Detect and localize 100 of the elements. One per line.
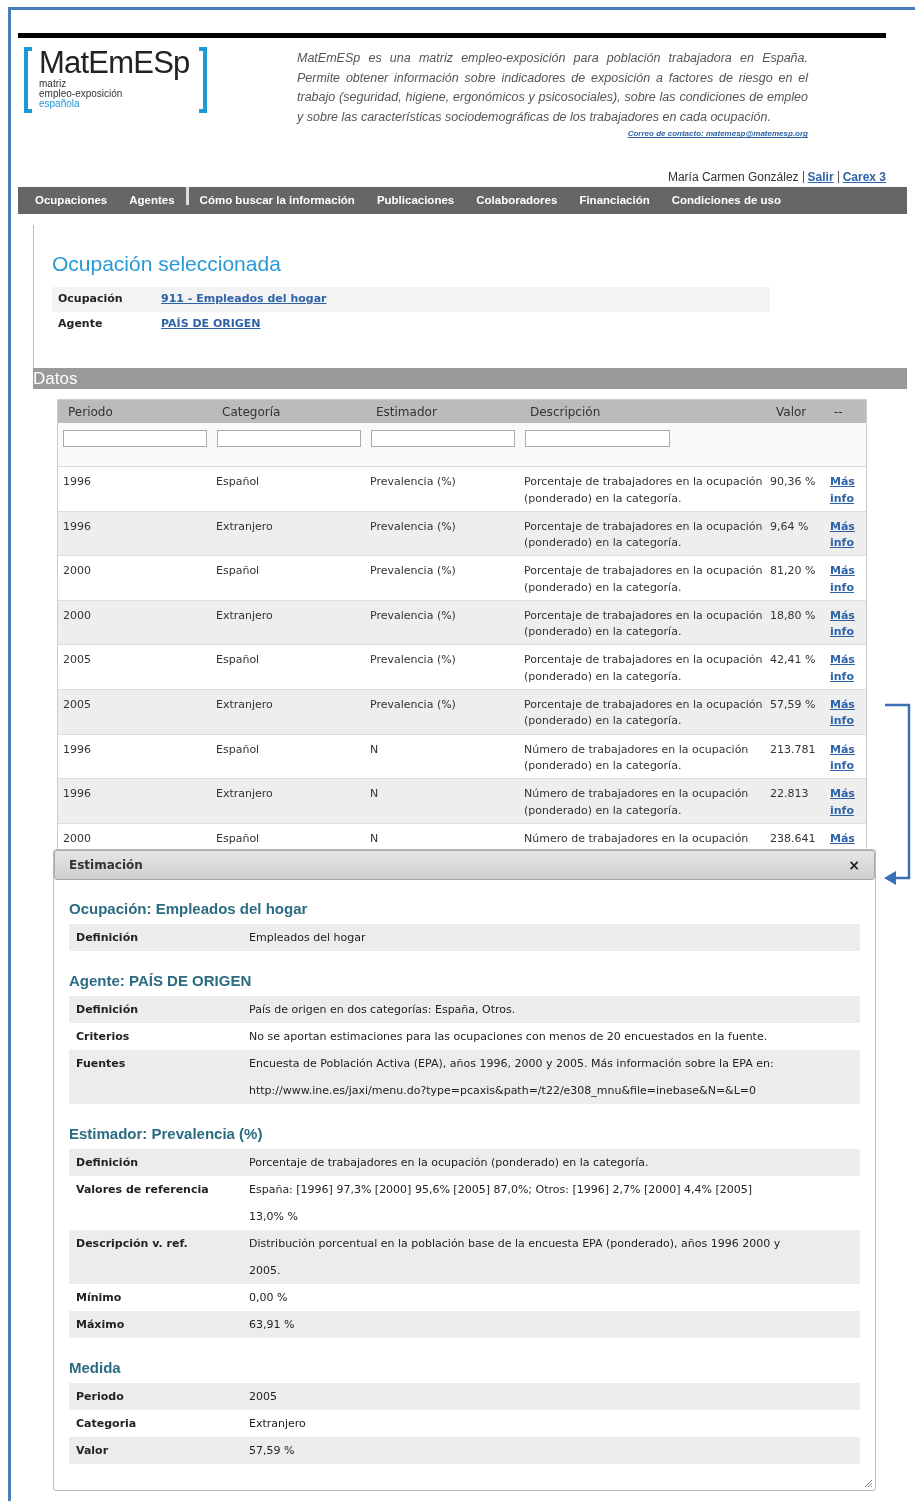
field-link[interactable]: 911 - Empleados del hogar <box>161 291 327 308</box>
contact-link[interactable]: Correo de contacto: matemesp@matemesp.org <box>627 128 808 141</box>
column-header: Periodo <box>68 403 114 421</box>
logo: MatEmESp matriz empleo-exposición española <box>24 47 207 113</box>
field-value: Empleados del hogar <box>249 929 366 946</box>
table-cell-text: N <box>370 830 380 847</box>
dialog-title: Estimación <box>69 856 143 874</box>
field-label: Agente <box>57 316 104 333</box>
field-label: Definición <box>75 1001 140 1018</box>
field-value: 57,59 % <box>249 1442 295 1459</box>
column-header: Categoría <box>222 403 282 421</box>
table-cell-text: Porcentaje de trabajadores en la ocupación (ponderado) en la categoría. <box>524 652 764 685</box>
close-button[interactable]: × <box>848 857 860 872</box>
more-info-link[interactable]: Más info <box>830 741 856 775</box>
field-label: Mínimo <box>75 1289 123 1306</box>
more-info-link[interactable]: Más info <box>830 696 856 730</box>
nav-link[interactable]: Condiciones de uso <box>660 191 792 210</box>
table-cell-text: 9,64 % <box>770 518 810 535</box>
field-value: Extranjero <box>249 1415 306 1432</box>
nav-link[interactable]: Financiación <box>568 191 661 210</box>
table-cell-text: Extranjero <box>216 696 274 713</box>
field-link[interactable]: PAÍS DE ORIGEN <box>161 316 261 333</box>
field-value: 2005. <box>249 1262 282 1279</box>
field-value: España: [1996] 97,3% [2000] 95,6% [2005] 87,0%; Otros: [1996] 2,7% [2000] 4,4% [2005] <box>249 1181 753 1198</box>
field-value: No se aportan estimaciones para las ocupaciones con menos de 20 encuestados en la fuente. <box>249 1028 768 1045</box>
section-title: Ocupación seleccionada <box>52 251 282 277</box>
field-value: 0,00 % <box>249 1289 288 1306</box>
table-cell-text: Español <box>216 741 261 758</box>
table-cell-text: Español <box>216 652 261 669</box>
field-value: 13,0% % <box>249 1208 299 1225</box>
table-cell-text: 1996 <box>63 741 92 758</box>
field-label: Criterios <box>75 1028 131 1045</box>
table-cell-text: Porcentaje de trabajadores en la ocupación (ponderado) en la categoría. <box>524 474 764 507</box>
field-label: Valor <box>75 1442 110 1459</box>
resize-grip-icon <box>863 1477 873 1488</box>
section-heading: Medida <box>69 1358 122 1377</box>
table-cell-text: 57,59 % <box>770 696 817 713</box>
nav-link[interactable]: Cómo buscar la información <box>188 191 366 210</box>
table-cell-text: 238.641 <box>770 830 817 847</box>
user-name: María Carmen González <box>667 169 799 186</box>
column-header: Valor <box>776 403 808 421</box>
table-cell-text: 2005 <box>63 652 92 669</box>
column-header: Descripción <box>530 403 602 421</box>
table-cell-text: Prevalencia (%) <box>370 652 457 669</box>
table-cell-text: Número de trabajadores en la ocupación (ponderado) en la categoría. <box>524 786 750 819</box>
more-info-link[interactable]: Más info <box>830 607 856 641</box>
field-label: Periodo <box>75 1388 125 1405</box>
filter-field[interactable] <box>217 430 361 447</box>
field-label: Valores de referencia <box>75 1181 210 1198</box>
more-info-link[interactable]: Más info <box>830 652 856 686</box>
table-cell-text: Porcentaje de trabajadores en la ocupación (ponderado) en la categoría. <box>524 696 764 730</box>
field-value: http://www.ine.es/jaxi/menu.do?type=pcaxis&path=/t22/e308_mnu&file=inebase&N=&L=0 <box>249 1082 758 1099</box>
table-cell-text: 213.781 <box>770 741 817 758</box>
more-info-link[interactable]: Más <box>830 830 856 848</box>
table-cell-text: 1996 <box>63 518 92 535</box>
table-cell-text: Prevalencia (%) <box>370 518 457 535</box>
more-info-link[interactable]: Más info <box>830 786 856 820</box>
field-value: 63,91 % <box>249 1316 295 1333</box>
nav-link[interactable]: Colaboradores <box>465 191 569 210</box>
more-info-link[interactable]: Más info <box>830 563 856 597</box>
filter-field[interactable] <box>63 430 207 447</box>
field-label: Ocupación <box>57 291 124 308</box>
field-value: País de origen en dos categorías: España, Otros. <box>249 1001 516 1018</box>
table-cell-text: 90,36 % <box>770 474 817 490</box>
section-header: Datos <box>33 368 907 389</box>
header-link[interactable]: Carex 3 <box>842 168 886 186</box>
nav-link[interactable]: Publicaciones <box>365 191 466 210</box>
field-value: Porcentaje de trabajadores en la ocupación (ponderado) en la categoría. <box>249 1154 649 1171</box>
table-cell-text: N <box>370 786 380 803</box>
field-value: Distribución porcentual en la población base de la encuesta EPA (ponderado), años 1996 2000 y <box>249 1235 781 1252</box>
table-cell-text: Español <box>216 474 261 490</box>
section-heading: Estimador: Prevalencia (%) <box>69 1124 264 1143</box>
table-cell-text: Número de trabajadores en la ocupación <box>524 830 750 847</box>
table-cell-text: 1996 <box>63 786 92 803</box>
field-label: Categoria <box>75 1415 138 1432</box>
table-cell-text: Español <box>216 830 261 847</box>
section-heading: Agente: PAÍS DE ORIGEN <box>69 971 253 990</box>
column-header: Estimador <box>376 403 438 421</box>
table-cell-text: Porcentaje de trabajadores en la ocupación (ponderado) en la categoría. <box>524 518 764 552</box>
table-cell-text: Extranjero <box>216 518 274 535</box>
table-cell-text: Prevalencia (%) <box>370 607 457 624</box>
more-info-link[interactable]: Más info <box>830 518 856 552</box>
filter-field[interactable] <box>525 430 670 447</box>
table-cell-text: 81,20 % <box>770 563 817 580</box>
table-cell-text: Extranjero <box>216 786 274 803</box>
filter-field[interactable] <box>371 430 515 447</box>
field-value: Encuesta de Población Activa (EPA), años 1996, 2000 y 2005. Más información sobre la EPA en: <box>249 1055 774 1072</box>
intro-text: MatEmESp es una matriz empleo-exposición para población trabajadora en España. Permite obtener información sobre indicadores de exposición a factores de riesgo en el trabajo (seguridad, higiene, ergonómicos y psicosociales), sobre las condiciones de empleo y sobre las características sociodemográficas de los trabajadores en cada ocupación. <box>297 50 808 126</box>
table-cell-text: Español <box>216 563 261 580</box>
section-heading: Ocupación: Empleados del hogar <box>69 899 309 918</box>
table-cell-text: Extranjero <box>216 607 274 624</box>
table-cell-text: Prevalencia (%) <box>370 563 457 580</box>
table-cell-text: 42,41 % <box>770 652 817 669</box>
more-info-link[interactable]: Más info <box>830 474 856 507</box>
header-link[interactable]: Salir <box>807 168 834 186</box>
nav-link[interactable]: Agentes <box>118 191 186 210</box>
table-cell-text: 22.813 <box>770 786 810 803</box>
nav-link[interactable]: Ocupaciones <box>24 191 119 210</box>
table-cell-text: 2000 <box>63 563 92 580</box>
table-cell-text: Número de trabajadores en la ocupación (ponderado) en la categoría. <box>524 741 750 775</box>
